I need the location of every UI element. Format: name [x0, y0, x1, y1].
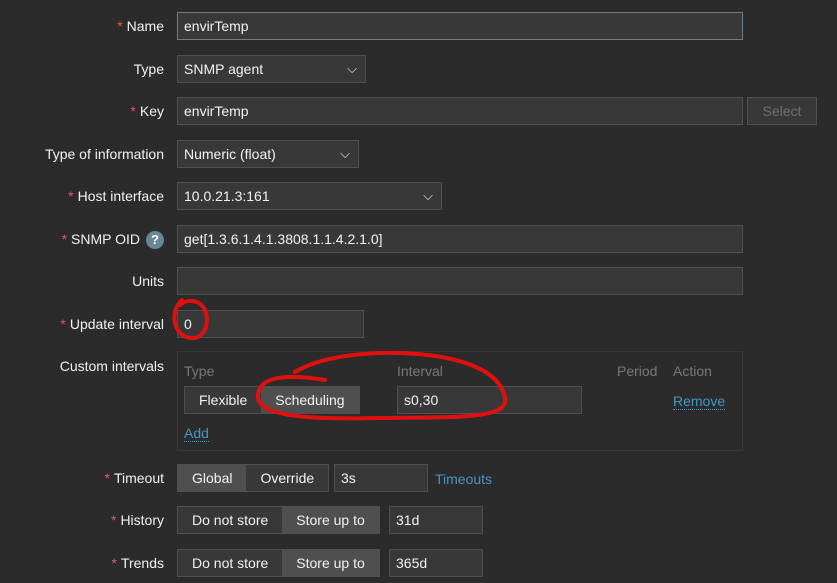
custom-intervals-label: Custom intervals — [59, 358, 164, 374]
interval-input[interactable]: s0,30 — [397, 386, 582, 414]
history-toggle[interactable]: Do not store Store up to — [177, 506, 380, 534]
timeouts-link[interactable]: Timeouts — [435, 471, 492, 487]
type-label: Type — [133, 61, 164, 77]
units-input[interactable] — [177, 267, 743, 295]
help-icon[interactable]: ? — [146, 231, 164, 249]
history-input[interactable]: 31d — [389, 506, 483, 534]
header-interval: Interval — [397, 363, 443, 379]
override-option[interactable]: Override — [246, 465, 328, 491]
chevron-down-icon: ⌵ — [347, 61, 357, 76]
timeout-label: * Timeout — [104, 470, 164, 486]
store-up-to-option[interactable]: Store up to — [282, 507, 379, 533]
host-interface-select[interactable]: 10.0.21.3:161 ⌵ — [177, 182, 442, 210]
host-interface-value: 10.0.21.3:161 — [184, 188, 270, 204]
type-info-select[interactable]: Numeric (float) ⌵ — [177, 140, 359, 168]
chevron-down-icon: ⌵ — [423, 188, 433, 203]
snmp-oid-input[interactable]: get[1.3.6.1.4.1.3808.1.1.4.2.1.0] — [177, 225, 743, 253]
trends-label: * Trends — [111, 555, 164, 571]
units-label: Units — [132, 273, 164, 289]
name-label: * Name — [117, 18, 164, 34]
do-not-store-option[interactable]: Do not store — [178, 507, 282, 533]
header-period: Period — [617, 363, 658, 379]
trends-toggle[interactable]: Do not store Store up to — [177, 549, 380, 577]
timeout-toggle[interactable]: Global Override — [177, 464, 330, 492]
interval-type-toggle[interactable]: Flexible Scheduling — [184, 386, 360, 414]
key-select-button[interactable]: Select — [747, 97, 817, 125]
type-info-label: Type of information — [44, 146, 164, 162]
chevron-down-icon: ⌵ — [340, 146, 350, 161]
header-type: Type — [184, 363, 215, 379]
global-option[interactable]: Global — [178, 465, 247, 491]
name-input[interactable]: envirTemp — [177, 12, 743, 40]
update-interval-label: * Update interval — [60, 316, 164, 332]
flexible-option[interactable]: Flexible — [185, 387, 261, 413]
trends-input[interactable]: 365d — [389, 549, 483, 577]
key-input[interactable]: envirTemp — [177, 97, 743, 125]
remove-link[interactable]: Remove — [673, 393, 726, 410]
scheduling-option[interactable]: Scheduling — [261, 387, 359, 413]
history-label: * History — [110, 512, 164, 528]
snmp-oid-label: * SNMP OID? — [62, 225, 164, 253]
host-interface-label: * Host interface — [68, 188, 164, 204]
header-action: Action — [673, 363, 712, 379]
update-interval-input[interactable]: 0 — [177, 310, 364, 338]
do-not-store-option[interactable]: Do not store — [178, 550, 282, 576]
timeout-input[interactable]: 3s — [334, 464, 428, 492]
store-up-to-option[interactable]: Store up to — [282, 550, 379, 576]
type-value: SNMP agent — [184, 61, 264, 77]
type-info-value: Numeric (float) — [184, 146, 276, 162]
type-select[interactable]: SNMP agent ⌵ — [177, 55, 366, 83]
custom-intervals-table: Type Interval Period Action Flexible Sch… — [177, 351, 743, 451]
key-label: * Key — [130, 103, 164, 119]
add-link[interactable]: Add — [184, 425, 209, 442]
